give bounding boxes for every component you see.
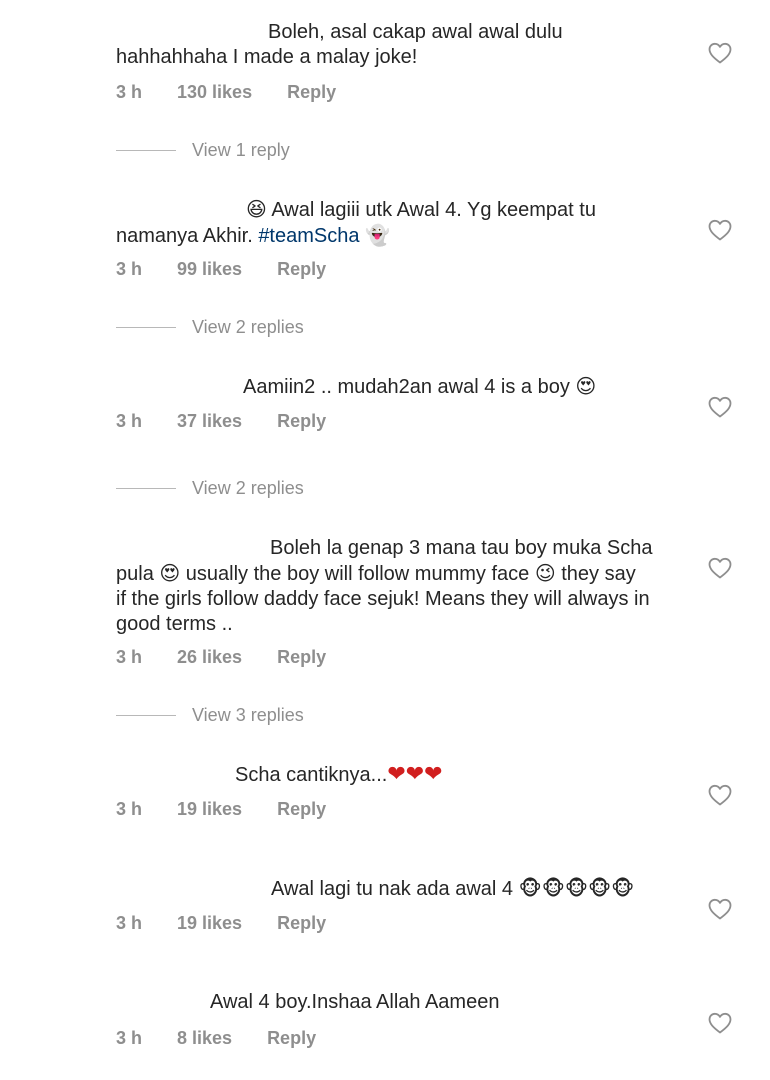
heart-outline-icon[interactable] bbox=[708, 396, 732, 418]
comment-line: Awal 4 boy.Inshaa Allah Aameen bbox=[210, 991, 500, 1013]
heart-outline-icon[interactable] bbox=[708, 1012, 732, 1034]
view-replies-label: View 1 reply bbox=[192, 139, 290, 160]
comment-line-text: they say bbox=[561, 563, 636, 585]
heart-outline-icon[interactable] bbox=[708, 219, 732, 241]
comment-line-text: usually the boy will follow mummy face bbox=[185, 563, 530, 585]
heart-outline-icon[interactable] bbox=[708, 42, 732, 64]
divider-line bbox=[116, 326, 176, 328]
hashtag-link[interactable]: #teamScha bbox=[258, 225, 359, 247]
comment-time: 3 h bbox=[116, 81, 143, 102]
comment-line-text: Aamiin2 .. mudah2an awal 4 is a boy bbox=[243, 376, 570, 398]
comment-likes[interactable]: 8 likes bbox=[177, 1028, 232, 1049]
comment-line: hahhahhaha I made a malay joke! bbox=[116, 46, 418, 68]
heart-eyes-emoji: 😍 bbox=[159, 561, 181, 585]
comment-meta: 3 h 19 likes Reply bbox=[116, 911, 326, 935]
heart-outline-icon[interactable] bbox=[708, 898, 732, 920]
comment-time: 3 h bbox=[116, 1027, 143, 1048]
comment-text: 😆 Awal lagiii utk Awal 4. Yg keempat tu … bbox=[116, 197, 696, 249]
view-replies-label: View 2 replies bbox=[192, 477, 304, 498]
view-replies-button[interactable]: View 1 reply bbox=[116, 138, 290, 162]
heart-outline-icon[interactable] bbox=[708, 784, 732, 806]
comment-line: namanya Akhir. #teamScha 👻 bbox=[116, 223, 696, 249]
comment-likes[interactable]: 19 likes bbox=[177, 913, 242, 934]
comment-likes[interactable]: 37 likes bbox=[177, 411, 242, 432]
comment-meta: 3 h 19 likes Reply bbox=[116, 797, 326, 821]
comment-line-text: Awal lagi tu nak ada awal 4 bbox=[271, 878, 514, 900]
reply-button[interactable]: Reply bbox=[267, 1028, 316, 1049]
reply-button[interactable]: Reply bbox=[277, 799, 326, 820]
comment-line: Aamiin2 .. mudah2an awal 4 is a boy 😍 bbox=[116, 374, 696, 400]
winking-emoji: 😉 bbox=[534, 561, 556, 585]
view-replies-button[interactable]: View 2 replies bbox=[116, 315, 304, 339]
comment-text: Boleh, asal cakap awal awal dulu hahhahh… bbox=[116, 20, 696, 70]
view-replies-label: View 3 replies bbox=[192, 704, 304, 725]
comment-text: Awal 4 boy.Inshaa Allah Aameen bbox=[116, 990, 696, 1015]
laughing-emoji: 😆 bbox=[246, 197, 267, 221]
view-replies-button[interactable]: View 3 replies bbox=[116, 703, 304, 727]
comment-meta: 3 h 130 likes Reply bbox=[116, 80, 336, 104]
comment-line: Awal lagi tu nak ada awal 4 🐵🐵🐵🐵🐵 bbox=[116, 876, 696, 902]
comment-time: 3 h bbox=[116, 798, 143, 819]
comment-line: 😆 Awal lagiii utk Awal 4. Yg keempat tu bbox=[116, 197, 696, 223]
comment-line-text: Scha cantiknya... bbox=[235, 764, 388, 786]
reply-button[interactable]: Reply bbox=[277, 913, 326, 934]
heart-outline-icon[interactable] bbox=[708, 557, 732, 579]
comment-line: if the girls follow daddy face sejuk! Me… bbox=[116, 588, 650, 610]
reply-button[interactable]: Reply bbox=[277, 259, 326, 280]
comment-text: Boleh la genap 3 mana tau boy muka Scha … bbox=[116, 536, 696, 637]
reply-button[interactable]: Reply bbox=[277, 411, 326, 432]
reply-button[interactable]: Reply bbox=[287, 82, 336, 103]
divider-line bbox=[116, 714, 176, 716]
divider-line bbox=[116, 487, 176, 489]
comment-meta: 3 h 37 likes Reply bbox=[116, 409, 326, 433]
comment-time: 3 h bbox=[116, 410, 143, 431]
comment-meta: 3 h 26 likes Reply bbox=[116, 645, 326, 669]
divider-line bbox=[116, 149, 176, 151]
comment-line-text: pula bbox=[116, 563, 154, 585]
comment-likes[interactable]: 130 likes bbox=[177, 82, 252, 103]
comment-line: Boleh, asal cakap awal awal dulu bbox=[268, 21, 563, 43]
comment-line: Boleh la genap 3 mana tau boy muka Scha bbox=[270, 537, 653, 559]
comment-meta: 3 h 99 likes Reply bbox=[116, 257, 326, 281]
comment-time: 3 h bbox=[116, 912, 143, 933]
comment-line: good terms .. bbox=[116, 613, 233, 635]
comment-likes[interactable]: 19 likes bbox=[177, 799, 242, 820]
comment-time: 3 h bbox=[116, 258, 143, 279]
monkey-face-emoji: 🐵🐵🐵🐵🐵 bbox=[518, 876, 635, 900]
comment-likes[interactable]: 26 likes bbox=[177, 647, 242, 668]
comment-time: 3 h bbox=[116, 646, 143, 667]
reply-button[interactable]: Reply bbox=[277, 647, 326, 668]
comment-line: pula 😍 usually the boy will follow mummy… bbox=[116, 561, 696, 587]
red-heart-emoji: ❤❤❤ bbox=[387, 762, 443, 787]
comment-text: Scha cantiknya...❤❤❤ bbox=[116, 762, 696, 788]
comment-line-text: namanya Akhir. bbox=[116, 225, 253, 247]
comment-line: Scha cantiknya...❤❤❤ bbox=[116, 762, 696, 788]
comment-line-text: Awal lagiii utk Awal 4. Yg keempat tu bbox=[271, 199, 596, 221]
view-replies-label: View 2 replies bbox=[192, 316, 304, 337]
heart-eyes-emoji: 😍 bbox=[575, 374, 597, 398]
comment-meta: 3 h 8 likes Reply bbox=[116, 1026, 316, 1050]
comment-text: Awal lagi tu nak ada awal 4 🐵🐵🐵🐵🐵 bbox=[116, 876, 696, 902]
ghost-emoji: 👻 bbox=[365, 223, 390, 247]
comment-text: Aamiin2 .. mudah2an awal 4 is a boy 😍 bbox=[116, 374, 696, 400]
view-replies-button[interactable]: View 2 replies bbox=[116, 476, 304, 500]
comment-likes[interactable]: 99 likes bbox=[177, 259, 242, 280]
